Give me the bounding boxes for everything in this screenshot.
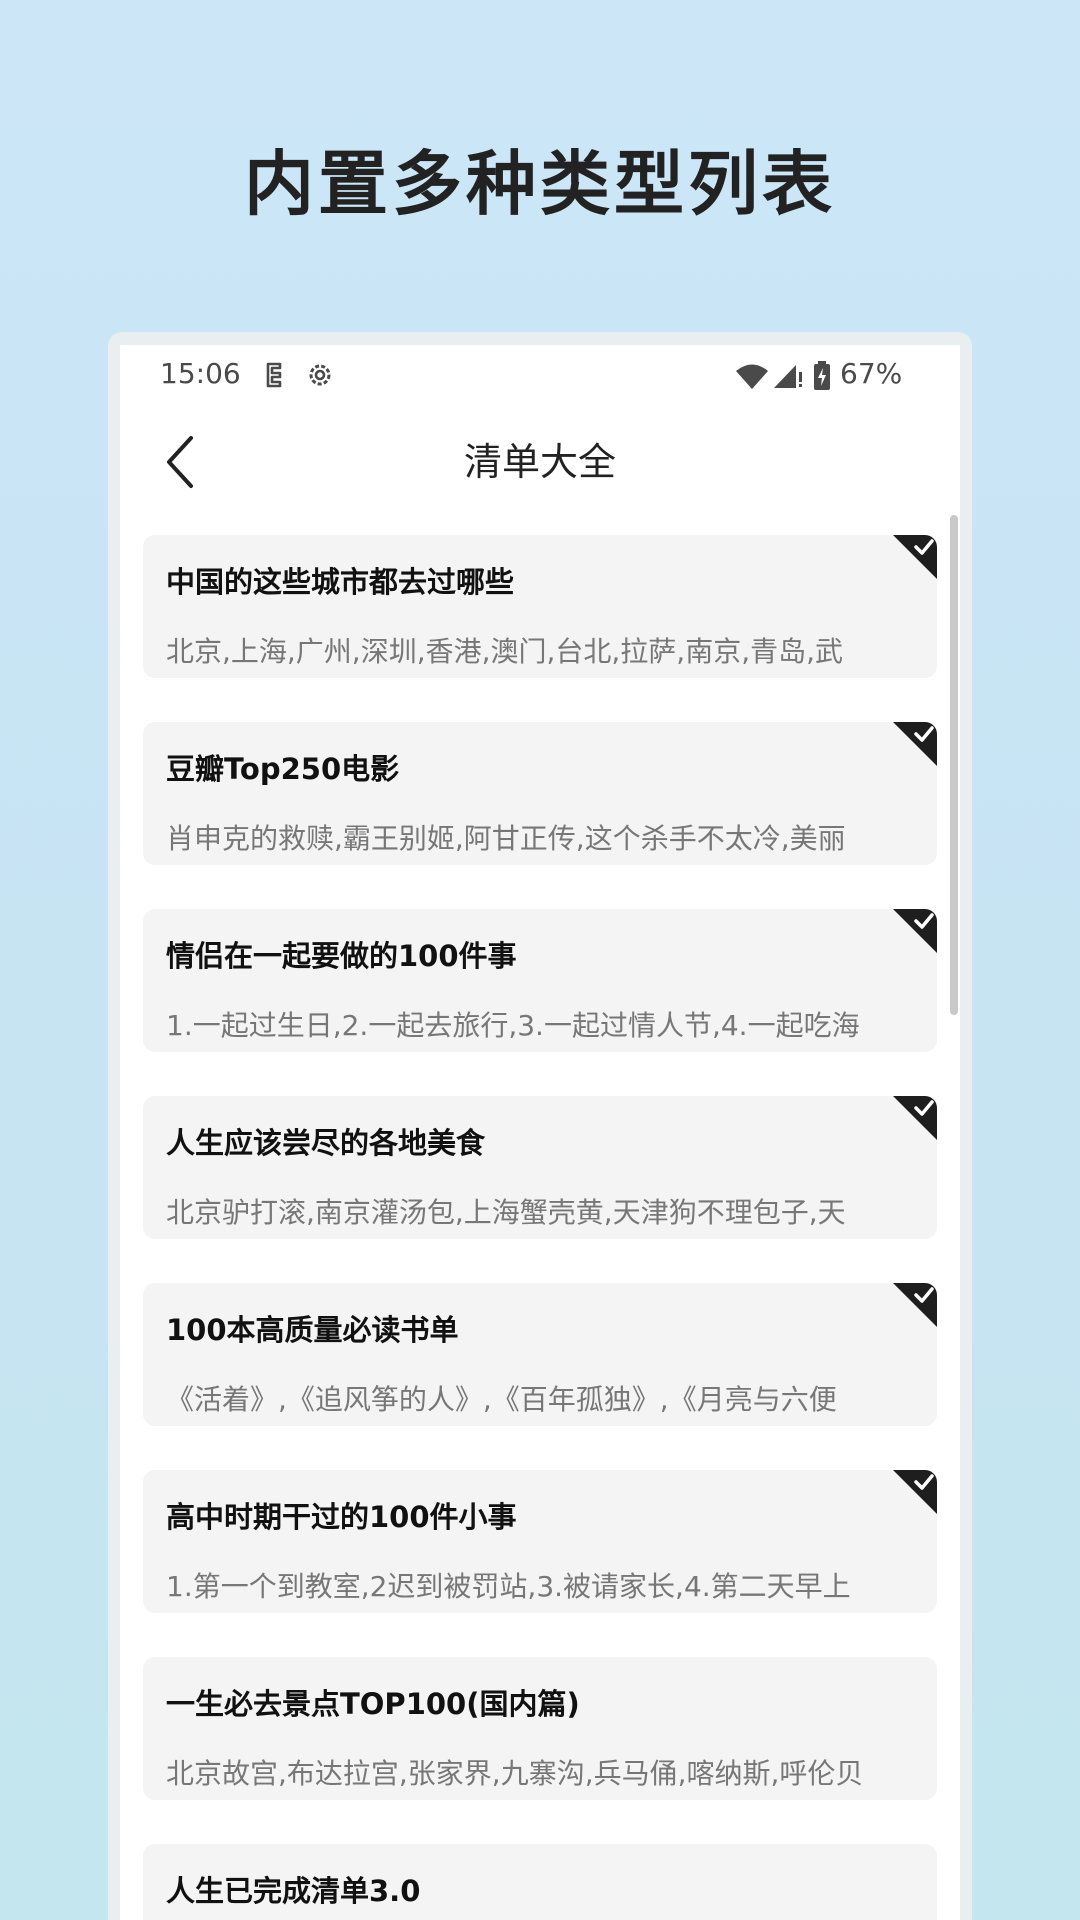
list-item-title: 一生必去景点TOP100(国内篇): [166, 1687, 580, 1721]
settings-icon: [309, 364, 331, 386]
list-item-title: 人生应该尝尽的各地美食: [166, 1126, 486, 1160]
list-item[interactable]: 情侣在一起要做的100件事 1.一起过生日,2.一起去旅行,3.一起过情人节,4…: [143, 909, 937, 1052]
done-check-icon: [893, 1096, 937, 1140]
list-item-title: 人生已完成清单3.0: [166, 1874, 421, 1908]
list-item[interactable]: 100本高质量必读书单 《活着》,《追风筝的人》,《百年孤独》,《月亮与六便: [143, 1283, 937, 1426]
done-check-icon: [893, 535, 937, 579]
list-item[interactable]: 高中时期干过的100件小事 1.第一个到教室,2迟到被罚站,3.被请家长,4.第…: [143, 1470, 937, 1613]
list-item-desc: 1.一起过生日,2.一起去旅行,3.一起过情人节,4.一起吃海: [166, 1009, 860, 1042]
battery-percent: 67%: [840, 357, 903, 390]
list-item-title: 中国的这些城市都去过哪些: [166, 565, 515, 599]
page-title: 清单大全: [463, 440, 616, 484]
list-item-desc: 北京,上海,广州,深圳,香港,澳门,台北,拉萨,南京,青岛,武: [166, 635, 844, 668]
status-time: 15:06: [160, 357, 241, 390]
wifi-icon: [736, 364, 768, 389]
list-item-desc: 《活着》,《追风筝的人》,《百年孤独》,《月亮与六便: [166, 1383, 837, 1416]
promo-title: 内置多种类型列表: [244, 143, 836, 225]
done-check-icon: [893, 1470, 937, 1514]
list-item[interactable]: 一生必去景点TOP100(国内篇) 北京故宫,布达拉宫,张家界,九寨沟,兵马俑,…: [143, 1657, 937, 1800]
done-check-icon: [893, 909, 937, 953]
list-item-desc: 北京驴打滚,南京灌汤包,上海蟹壳黄,天津狗不理包子,天: [166, 1196, 846, 1229]
list-item-title: 情侣在一起要做的100件事: [166, 939, 517, 973]
notification-icon: [266, 362, 282, 388]
list-item-desc: 北京故宫,布达拉宫,张家界,九寨沟,兵马俑,喀纳斯,呼伦贝: [166, 1757, 864, 1790]
list-item-title: 高中时期干过的100件小事: [166, 1500, 517, 1534]
scrollbar[interactable]: [950, 515, 958, 1015]
status-bar: 15:06 67%: [120, 345, 960, 407]
back-button[interactable]: [150, 427, 210, 497]
list-item[interactable]: 豆瓣Top250电影 肖申克的救赎,霸王别姬,阿甘正传,这个杀手不太冷,美丽: [143, 722, 937, 865]
signal-icon: [774, 365, 802, 388]
battery-icon: [814, 361, 830, 390]
list-item[interactable]: 中国的这些城市都去过哪些 北京,上海,广州,深圳,香港,澳门,台北,拉萨,南京,…: [143, 535, 937, 678]
toolbar: 清单大全: [120, 407, 960, 517]
done-check-icon: [893, 722, 937, 766]
app-screen: 15:06 67% 清单大全 中国的这些城市都去过哪些 北京,上海,广州,深圳,…: [120, 345, 960, 1920]
list-item-desc: 1.第一个到教室,2迟到被罚站,3.被请家长,4.第二天早上: [166, 1570, 851, 1603]
list-item[interactable]: 人生已完成清单3.0: [143, 1844, 937, 1920]
list-item-title: 100本高质量必读书单: [166, 1313, 459, 1347]
done-check-icon: [893, 1283, 937, 1327]
chevron-left-icon: [167, 436, 193, 488]
list-item-title: 豆瓣Top250电影: [166, 752, 400, 786]
list-item-desc: 肖申克的救赎,霸王别姬,阿甘正传,这个杀手不太冷,美丽: [166, 822, 846, 855]
list-item[interactable]: 人生应该尝尽的各地美食 北京驴打滚,南京灌汤包,上海蟹壳黄,天津狗不理包子,天: [143, 1096, 937, 1239]
